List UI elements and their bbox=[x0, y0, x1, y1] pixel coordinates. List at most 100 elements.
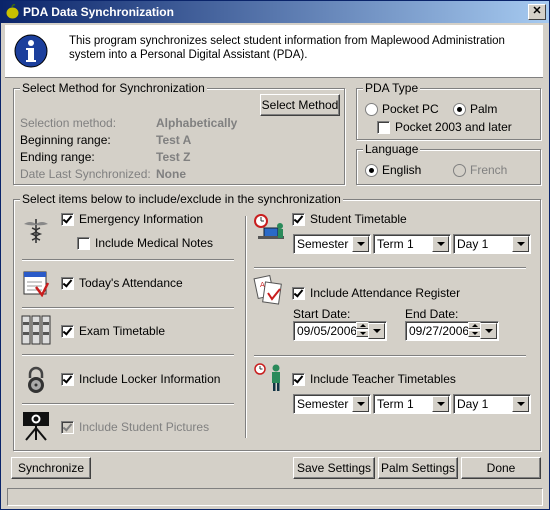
pocket-2003-label[interactable]: Pocket 2003 and later bbox=[395, 120, 512, 134]
teacher-desk-icon bbox=[254, 214, 284, 239]
student-day-value: Day 1 bbox=[457, 237, 489, 251]
separator bbox=[22, 403, 234, 405]
method-legend: Select Method for Synchronization bbox=[20, 81, 207, 95]
teacher-timetables-label[interactable]: Include Teacher Timetables bbox=[310, 372, 456, 386]
ending-range-value: Test Z bbox=[156, 150, 191, 164]
teacher-day-select[interactable]: Day 1 bbox=[453, 394, 531, 414]
english-radio[interactable] bbox=[365, 164, 378, 177]
pictures-label[interactable]: Include Student Pictures bbox=[79, 420, 209, 434]
caduceus-icon bbox=[24, 219, 48, 243]
student-term-select[interactable]: Term 1 bbox=[373, 234, 451, 254]
pictures-checkbox[interactable] bbox=[61, 421, 74, 434]
pocket-pc-radio[interactable] bbox=[365, 103, 378, 116]
attendance-icon bbox=[23, 271, 50, 297]
teacher-day-value: Day 1 bbox=[457, 397, 489, 411]
start-date-value[interactable]: 09/05/2006 bbox=[297, 324, 357, 338]
date-last-sync-label: Date Last Synchronized: bbox=[20, 167, 151, 181]
french-radio[interactable] bbox=[453, 164, 466, 177]
locker-label[interactable]: Include Locker Information bbox=[79, 372, 220, 386]
exam-timetable-icon bbox=[21, 315, 51, 345]
pocket-pc-label[interactable]: Pocket PC bbox=[382, 102, 439, 116]
info-banner: This program synchronizes select student… bbox=[5, 25, 543, 78]
start-date-picker[interactable]: 09/05/2006 bbox=[293, 321, 387, 341]
emergency-checkbox[interactable] bbox=[61, 213, 74, 226]
teacher-icon bbox=[254, 363, 280, 391]
done-button[interactable]: Done bbox=[461, 457, 541, 479]
ending-range-label: Ending range: bbox=[20, 150, 95, 164]
palm-label[interactable]: Palm bbox=[470, 102, 497, 116]
end-date-value[interactable]: 09/27/2006 bbox=[409, 324, 469, 338]
attendance-checkbox[interactable] bbox=[61, 277, 74, 290]
chevron-down-icon[interactable] bbox=[432, 236, 449, 252]
attendance-register-checkbox[interactable] bbox=[292, 287, 305, 300]
synchronize-button[interactable]: Synchronize bbox=[11, 457, 91, 479]
chevron-down-icon[interactable] bbox=[352, 396, 369, 412]
sync-window: PDA Data Synchronization ✕ This program … bbox=[0, 0, 550, 510]
pda-type-group: PDA Type Pocket PC Palm Pocket 2003 and … bbox=[356, 81, 541, 140]
chevron-down-icon[interactable] bbox=[432, 396, 449, 412]
app-icon bbox=[6, 4, 19, 19]
chevron-down-icon[interactable] bbox=[352, 236, 369, 252]
separator bbox=[22, 307, 234, 309]
student-timetable-label[interactable]: Student Timetable bbox=[310, 212, 407, 226]
teacher-semester-value: Semester 1 bbox=[297, 397, 359, 411]
student-semester-value: Semester 1 bbox=[297, 237, 359, 251]
medical-notes-label[interactable]: Include Medical Notes bbox=[95, 236, 213, 250]
palm-radio[interactable] bbox=[453, 103, 466, 116]
pocket-2003-checkbox[interactable] bbox=[377, 121, 390, 134]
french-label[interactable]: French bbox=[470, 163, 507, 177]
exam-checkbox[interactable] bbox=[61, 325, 74, 338]
english-label[interactable]: English bbox=[382, 163, 421, 177]
chevron-down-icon[interactable] bbox=[512, 396, 529, 412]
attendance-register-label[interactable]: Include Attendance Register bbox=[310, 286, 460, 300]
info-icon bbox=[14, 34, 48, 68]
emergency-label[interactable]: Emergency Information bbox=[79, 212, 203, 226]
lock-icon bbox=[28, 366, 44, 393]
student-semester-select[interactable]: Semester 1 bbox=[293, 234, 371, 254]
language-legend: Language bbox=[363, 142, 421, 156]
separator bbox=[22, 354, 234, 356]
column-separator bbox=[245, 216, 247, 438]
chevron-down-icon[interactable] bbox=[368, 323, 385, 339]
beginning-range-value: Test A bbox=[156, 133, 192, 147]
medical-notes-checkbox[interactable] bbox=[77, 237, 90, 250]
window-title: PDA Data Synchronization bbox=[23, 5, 174, 19]
svg-text:A: A bbox=[260, 281, 265, 289]
items-group: Select items below to include/exclude in… bbox=[13, 192, 541, 451]
title-bar: PDA Data Synchronization ✕ bbox=[1, 1, 549, 23]
select-method-button[interactable]: Select Method bbox=[260, 94, 340, 116]
pda-type-legend: PDA Type bbox=[363, 81, 421, 95]
separator bbox=[254, 267, 526, 269]
locker-checkbox[interactable] bbox=[61, 373, 74, 386]
date-last-sync-value: None bbox=[156, 167, 186, 181]
method-group: Select Method for Synchronization Select… bbox=[13, 81, 345, 185]
palm-settings-button[interactable]: Palm Settings bbox=[378, 457, 458, 479]
selection-method-label: Selection method: bbox=[20, 116, 117, 130]
chevron-down-icon[interactable] bbox=[512, 236, 529, 252]
save-settings-button[interactable]: Save Settings bbox=[293, 457, 375, 479]
close-button[interactable]: ✕ bbox=[528, 4, 546, 20]
student-term-value: Term 1 bbox=[377, 237, 414, 251]
end-date-label: End Date: bbox=[405, 307, 459, 321]
separator bbox=[254, 355, 526, 357]
student-day-select[interactable]: Day 1 bbox=[453, 234, 531, 254]
start-date-label: Start Date: bbox=[293, 307, 351, 321]
status-bar bbox=[7, 488, 543, 506]
info-text: This program synchronizes select student… bbox=[69, 35, 505, 61]
teacher-semester-select[interactable]: Semester 1 bbox=[293, 394, 371, 414]
beginning-range-label: Beginning range: bbox=[20, 133, 111, 147]
language-group: Language English French bbox=[356, 142, 541, 185]
student-timetable-checkbox[interactable] bbox=[292, 213, 305, 226]
end-date-picker[interactable]: 09/27/2006 bbox=[405, 321, 499, 341]
separator bbox=[22, 259, 234, 261]
selection-method-value: Alphabetically bbox=[156, 116, 238, 130]
teacher-timetables-checkbox[interactable] bbox=[292, 373, 305, 386]
camera-icon bbox=[23, 412, 49, 441]
exam-label[interactable]: Exam Timetable bbox=[79, 324, 165, 338]
teacher-term-value: Term 1 bbox=[377, 397, 414, 411]
attendance-label[interactable]: Today's Attendance bbox=[79, 276, 183, 290]
register-icon: A bbox=[253, 275, 282, 305]
teacher-term-select[interactable]: Term 1 bbox=[373, 394, 451, 414]
chevron-down-icon[interactable] bbox=[480, 323, 497, 339]
items-legend: Select items below to include/exclude in… bbox=[20, 192, 343, 206]
